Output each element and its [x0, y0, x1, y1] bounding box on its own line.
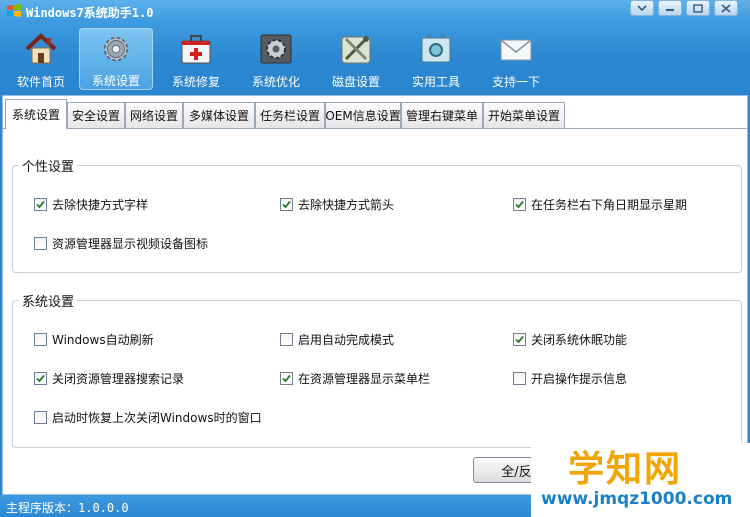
- tab-context-menu[interactable]: 管理右键菜单: [401, 102, 483, 128]
- personalize-group: 个性设置 去除快捷方式字样 去除快捷方式箭头 在任务栏右下角日期显示星期 资源管…: [12, 156, 742, 273]
- tab-security-settings[interactable]: 安全设置: [67, 102, 125, 128]
- house-icon: [25, 33, 57, 64]
- tab-system-settings[interactable]: 系统设置: [5, 99, 67, 129]
- option-label: 在资源管理器显示菜单栏: [298, 372, 431, 386]
- toolbox-icon: [421, 33, 451, 63]
- option-label: 启动时恢复上次关闭Windows时的窗口: [52, 411, 262, 425]
- menu-button[interactable]: [630, 0, 654, 16]
- checkbox[interactable]: [34, 411, 47, 424]
- watermark-url: www.jmqz1000.com: [541, 489, 733, 509]
- check-icon: [515, 335, 524, 344]
- toolbar-item-home[interactable]: 软件首页: [4, 28, 78, 90]
- option-label: Windows自动刷新: [52, 333, 154, 347]
- checkbox[interactable]: [513, 198, 526, 211]
- option-remove-shortcut-arrow[interactable]: 去除快捷方式箭头: [280, 196, 394, 213]
- version-text: 主程序版本：1.0.0.0: [6, 501, 129, 515]
- settings-panel: 系统设置 安全设置 网络设置 多媒体设置 任务栏设置 OEM信息设置 管理右键菜…: [2, 95, 748, 495]
- toolbar-item-disk-settings[interactable]: 磁盘设置: [319, 28, 393, 90]
- option-restore-windows-on-startup[interactable]: 启动时恢复上次关闭Windows时的窗口: [34, 409, 262, 426]
- first-aid-kit-icon: [181, 35, 211, 64]
- checkbox[interactable]: [280, 198, 293, 211]
- checkbox[interactable]: [34, 333, 47, 346]
- title-bar: Windows7系统助手1.0: [0, 0, 750, 22]
- toolbar-item-system-repair[interactable]: 系统修复: [159, 28, 233, 90]
- toolbar-item-support[interactable]: 支持一下: [479, 28, 553, 90]
- toolbar-label: 实用工具: [411, 75, 460, 89]
- checkbox[interactable]: [34, 198, 47, 211]
- option-label: 去除快捷方式字样: [52, 198, 149, 212]
- group-title: 个性设置: [19, 156, 78, 175]
- cog-box-icon: [260, 34, 292, 64]
- group-title: 系统设置: [19, 291, 78, 310]
- toolbar-item-utilities[interactable]: 实用工具: [399, 28, 473, 90]
- check-icon: [282, 200, 291, 209]
- close-icon: [721, 3, 731, 13]
- toolbar-label: 软件首页: [16, 75, 65, 89]
- toolbar-label: 磁盘设置: [331, 75, 380, 89]
- maximize-icon: [693, 3, 703, 13]
- main-toolbar: 软件首页 系统设置 系统修复 系统优化 磁盘设置 实用工具 支持一下: [0, 26, 750, 90]
- tab-network-settings[interactable]: 网络设置: [125, 102, 183, 128]
- checkbox[interactable]: [280, 372, 293, 385]
- check-icon: [36, 374, 45, 383]
- option-label: 在任务栏右下角日期显示星期: [531, 198, 688, 212]
- toolbar-label: 系统修复: [171, 75, 220, 89]
- windows-logo-icon: [7, 4, 21, 17]
- watermark-title: 学知网: [568, 449, 683, 490]
- system-group: 系统设置 Windows自动刷新 启用自动完成模式 关闭系统休眠功能 关闭资源管…: [12, 291, 742, 448]
- option-autocomplete-mode[interactable]: 启用自动完成模式: [280, 331, 394, 348]
- option-taskbar-show-weekday[interactable]: 在任务栏右下角日期显示星期: [513, 196, 687, 213]
- tab-taskbar-settings[interactable]: 任务栏设置: [255, 102, 325, 128]
- window-title: Windows7系统助手1.0: [26, 6, 154, 20]
- option-label: 关闭系统休眠功能: [531, 333, 628, 347]
- maximize-button[interactable]: [686, 0, 710, 16]
- option-label: 启用自动完成模式: [298, 333, 395, 347]
- checkbox[interactable]: [34, 237, 47, 250]
- app-window: Windows7系统助手1.0 软件首页 系统设置 系统修复 系统优化 磁盘设置…: [0, 0, 750, 517]
- option-label: 开启操作提示信息: [531, 372, 628, 386]
- check-icon: [36, 200, 45, 209]
- tab-oem-settings[interactable]: OEM信息设置: [325, 102, 401, 128]
- option-label: 资源管理器显示视频设备图标: [52, 237, 209, 251]
- toolbar-item-system-optimize[interactable]: 系统优化: [239, 28, 313, 90]
- disk-tools-icon: [341, 36, 371, 64]
- toolbar-item-system-settings[interactable]: 系统设置: [79, 28, 153, 90]
- tab-start-menu[interactable]: 开始菜单设置: [483, 102, 565, 128]
- option-disable-hibernate[interactable]: 关闭系统休眠功能: [513, 331, 627, 348]
- tab-divider: [3, 128, 747, 129]
- option-enable-tooltips[interactable]: 开启操作提示信息: [513, 370, 627, 387]
- envelope-icon: [500, 39, 532, 61]
- toolbar-label: 系统设置: [91, 74, 140, 88]
- settings-tabs: 系统设置 安全设置 网络设置 多媒体设置 任务栏设置 OEM信息设置 管理右键菜…: [3, 98, 747, 129]
- close-button[interactable]: [714, 0, 738, 16]
- option-remove-shortcut-text[interactable]: 去除快捷方式字样: [34, 196, 148, 213]
- option-show-video-device-icon[interactable]: 资源管理器显示视频设备图标: [34, 235, 208, 252]
- check-icon: [282, 374, 291, 383]
- tab-multimedia-settings[interactable]: 多媒体设置: [183, 102, 255, 128]
- chevron-down-icon: [637, 5, 647, 12]
- option-explorer-show-menubar[interactable]: 在资源管理器显示菜单栏: [280, 370, 430, 387]
- option-label: 关闭资源管理器搜索记录: [52, 372, 185, 386]
- checkbox[interactable]: [280, 333, 293, 346]
- check-icon: [515, 200, 524, 209]
- minimize-button[interactable]: [658, 0, 682, 16]
- toolbar-label: 支持一下: [491, 75, 540, 89]
- option-windows-auto-refresh[interactable]: Windows自动刷新: [34, 331, 154, 348]
- checkbox[interactable]: [34, 372, 47, 385]
- checkbox[interactable]: [513, 333, 526, 346]
- checkbox[interactable]: [513, 372, 526, 385]
- gear-icon: [103, 36, 129, 62]
- toolbar-label: 系统优化: [251, 75, 300, 89]
- option-label: 去除快捷方式箭头: [298, 198, 395, 212]
- minimize-icon: [666, 9, 674, 11]
- option-disable-explorer-search-history[interactable]: 关闭资源管理器搜索记录: [34, 370, 184, 387]
